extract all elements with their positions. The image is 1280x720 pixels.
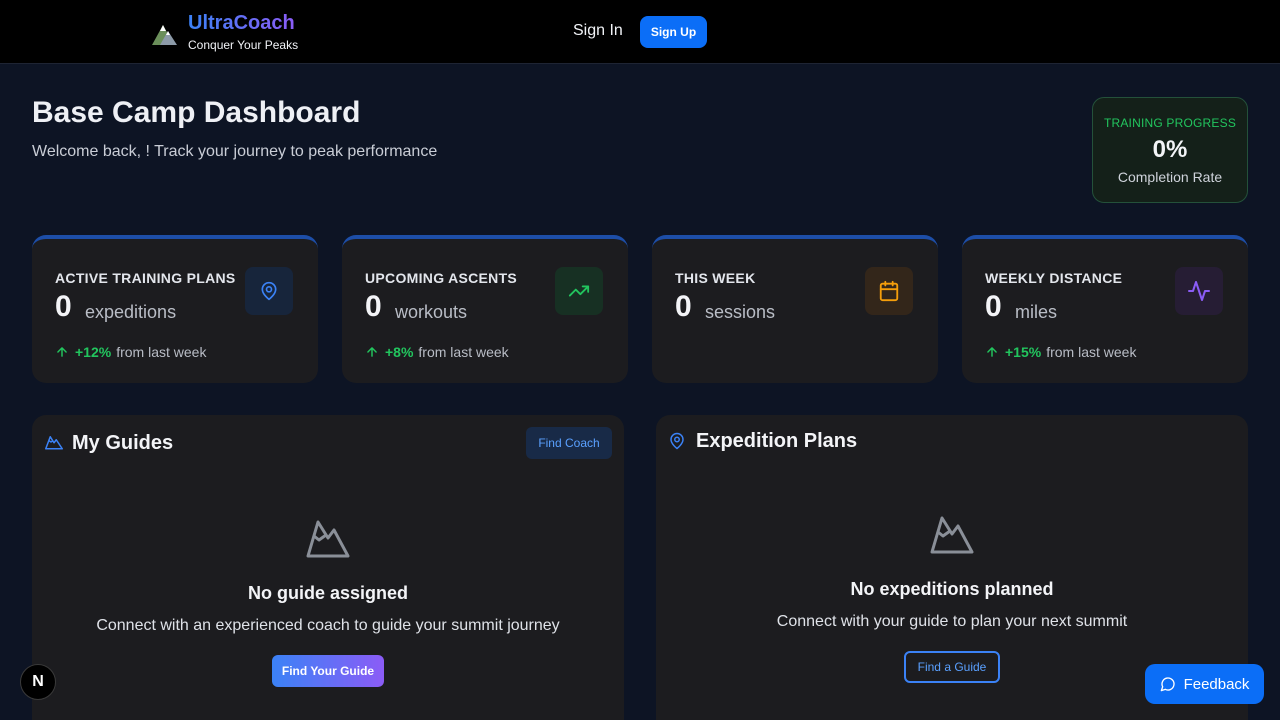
stat-unit: workouts bbox=[395, 302, 468, 322]
panel-title: My Guides bbox=[72, 432, 174, 454]
mountain-icon bbox=[45, 436, 63, 450]
brand-tagline: Conquer Your Peaks bbox=[188, 38, 299, 52]
trend-text: from last week bbox=[116, 344, 207, 360]
stat-label: ACTIVE TRAINING PLANS bbox=[55, 270, 236, 286]
trending-up-icon bbox=[555, 267, 603, 315]
stat-value: 0 bbox=[55, 290, 72, 323]
empty-state-description: Connect with your guide to plan your nex… bbox=[776, 613, 1128, 630]
sign-up-button[interactable]: Sign Up bbox=[640, 16, 707, 48]
feedback-label: Feedback bbox=[1183, 675, 1250, 693]
trend-text: from last week bbox=[1046, 344, 1137, 360]
training-progress-card: TRAINING PROGRESS 0% Completion Rate bbox=[1092, 97, 1248, 203]
calendar-icon bbox=[865, 267, 913, 315]
trend-percent: +12% bbox=[75, 344, 112, 360]
map-pin-icon bbox=[245, 267, 293, 315]
stat-value: 0 bbox=[675, 290, 692, 323]
message-circle-icon bbox=[1160, 677, 1175, 692]
stat-card-active-plans: ACTIVE TRAINING PLANS 0 expeditions +12%… bbox=[32, 235, 318, 383]
arrow-up-icon bbox=[57, 347, 67, 357]
stat-unit: expeditions bbox=[85, 302, 177, 322]
empty-state-description: Connect with an experienced coach to gui… bbox=[96, 617, 560, 634]
stat-card-weekly-distance: WEEKLY DISTANCE 0 miles +15% from last w… bbox=[962, 235, 1248, 383]
stat-card-this-week: THIS WEEK 0 sessions bbox=[652, 235, 938, 383]
activity-icon bbox=[1175, 267, 1223, 315]
progress-caption: Completion Rate bbox=[1117, 169, 1223, 185]
empty-state-title: No expeditions planned bbox=[850, 579, 1054, 599]
page-subtitle: Welcome back, ! Track your journey to pe… bbox=[32, 143, 438, 160]
nextjs-dev-badge[interactable]: N bbox=[20, 664, 56, 700]
arrow-up-icon bbox=[367, 347, 377, 357]
top-navbar: UltraCoach Conquer Your Peaks Sign In Si… bbox=[0, 0, 1280, 64]
stat-trend: +12% from last week bbox=[55, 344, 206, 360]
brand-name[interactable]: UltraCoach bbox=[188, 12, 295, 35]
mountain-logo-icon[interactable] bbox=[150, 21, 178, 47]
trend-percent: +15% bbox=[1005, 344, 1042, 360]
panel-title: Expedition Plans bbox=[696, 430, 858, 452]
empty-state-title: No guide assigned bbox=[247, 583, 409, 603]
feedback-button[interactable]: Feedback bbox=[1145, 664, 1264, 704]
map-pin-icon bbox=[670, 432, 684, 450]
mountain-icon bbox=[930, 516, 974, 554]
my-guides-panel: My Guides Find Coach No guide assigned C… bbox=[32, 415, 624, 720]
stat-card-upcoming-ascents: UPCOMING ASCENTS 0 workouts +8% from las… bbox=[342, 235, 628, 383]
progress-value: 0% bbox=[1152, 136, 1188, 163]
stat-value: 0 bbox=[985, 290, 1002, 323]
stat-trend: +15% from last week bbox=[985, 344, 1136, 360]
find-a-guide-button[interactable]: Find a Guide bbox=[904, 651, 1000, 683]
stat-unit: miles bbox=[1015, 302, 1058, 322]
trend-percent: +8% bbox=[385, 344, 414, 360]
stat-label: THIS WEEK bbox=[675, 270, 756, 286]
find-your-guide-button[interactable]: Find Your Guide bbox=[272, 655, 384, 687]
sign-in-link[interactable]: Sign In bbox=[573, 22, 623, 40]
mountain-icon bbox=[306, 520, 350, 558]
stat-label: UPCOMING ASCENTS bbox=[365, 270, 518, 286]
stat-trend: +8% from last week bbox=[365, 344, 509, 360]
trend-text: from last week bbox=[418, 344, 509, 360]
stat-value: 0 bbox=[365, 290, 382, 323]
page-title: Base Camp Dashboard bbox=[32, 96, 361, 129]
stat-label: WEEKLY DISTANCE bbox=[985, 270, 1123, 286]
progress-label: TRAINING PROGRESS bbox=[1103, 116, 1237, 130]
arrow-up-icon bbox=[987, 347, 997, 357]
find-coach-button[interactable]: Find Coach bbox=[526, 427, 612, 459]
stat-unit: sessions bbox=[705, 302, 776, 322]
